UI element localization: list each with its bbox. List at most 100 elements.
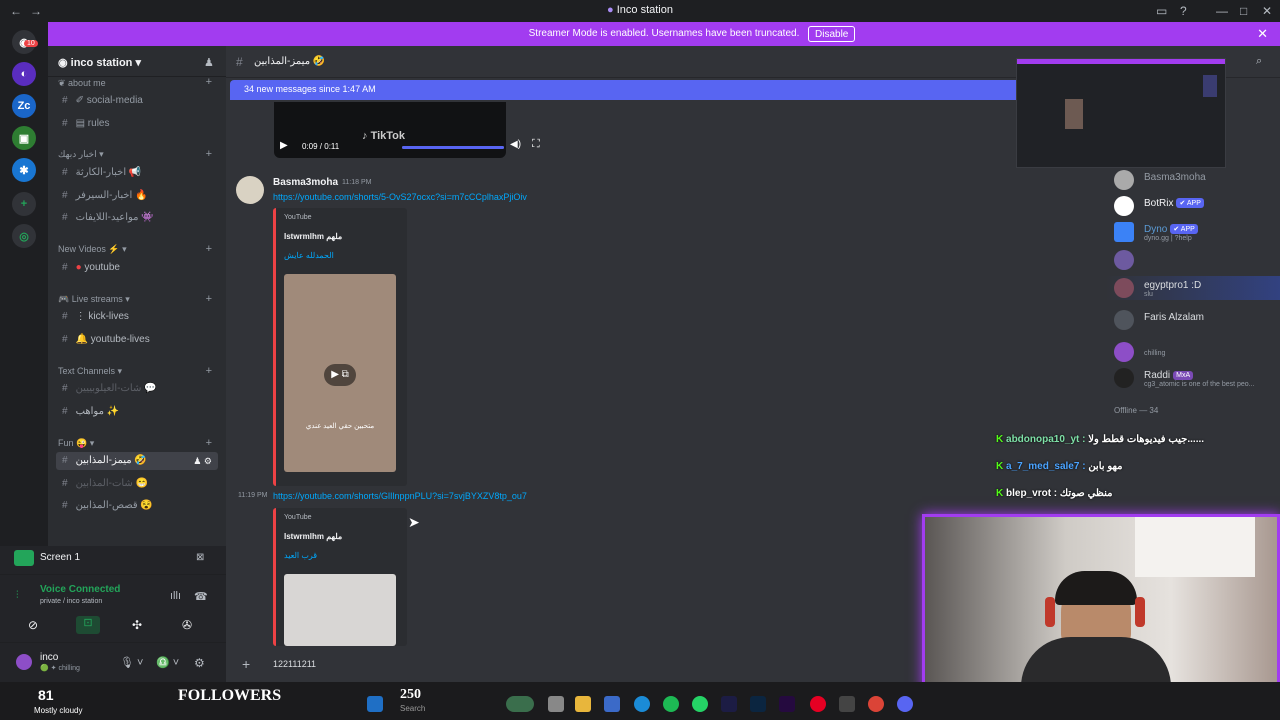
channel-social-media[interactable]: # ✐ social-media (56, 92, 218, 110)
close-window-icon[interactable]: ✕ (1262, 4, 1272, 18)
channel-youtube-lives[interactable]: # 🔔 youtube-lives (56, 331, 218, 349)
message-input[interactable]: 122111211 (273, 659, 316, 669)
member-item[interactable]: Basma3moha (1106, 168, 1280, 192)
member-item[interactable]: BotRix ✔ APP (1106, 194, 1280, 218)
member-item[interactable]: chilling (1106, 340, 1280, 364)
message-link[interactable]: https://youtube.com/shorts/GlIlnppnPLU?s… (273, 491, 527, 501)
member-item[interactable]: Faris Alzalam (1106, 308, 1280, 332)
category-about-me[interactable]: ❦ about me (58, 78, 106, 89)
explore-icon[interactable]: ◎ (12, 224, 36, 248)
widgets-icon[interactable] (506, 696, 534, 712)
username[interactable]: inco (40, 652, 58, 663)
category-new-videos[interactable]: New Videos ⚡ ▾ (58, 244, 127, 255)
maximize-icon[interactable]: □ (1240, 4, 1247, 18)
add-channel-icon[interactable]: + (206, 293, 212, 305)
weather-temperature[interactable]: 81 (38, 687, 54, 703)
disable-button[interactable]: Disable (808, 26, 856, 42)
help-icon[interactable]: ? (1180, 4, 1187, 18)
channel-youtube[interactable]: # ● youtube (56, 259, 218, 277)
server-icon-4[interactable]: ✱ (12, 158, 36, 182)
category-live-streams[interactable]: 🎮 Live streams ▾ (58, 294, 130, 305)
weather-description[interactable]: Mostly cloudy (34, 706, 82, 715)
whatsapp-icon[interactable] (692, 696, 708, 712)
message-link[interactable]: https://youtube.com/shorts/5-OvS27ocxc?s… (273, 192, 527, 202)
channel-news-1[interactable]: # اخبار-الكارثة 📢 (56, 164, 218, 182)
voice-location[interactable]: private / inco station (40, 598, 102, 605)
signal-icon[interactable]: ⫶ (16, 590, 19, 601)
voice-status[interactable]: Voice Connected (40, 584, 120, 595)
server-icon-3[interactable]: ▣ (12, 126, 36, 150)
channel-memes-active[interactable]: # ميمز-المذابين 🤣 ♟ ⚙ (56, 452, 218, 470)
add-channel-icon[interactable]: + (206, 76, 212, 88)
pinterest-icon[interactable] (810, 696, 826, 712)
after-effects-icon[interactable] (779, 696, 795, 712)
category-fun[interactable]: Fun 😜 ▾ (58, 438, 94, 449)
member-item[interactable]: Raddi MxA cg3_atomic is one of the best p… (1106, 366, 1280, 390)
embed-provider[interactable]: YouTube (284, 514, 312, 521)
microphone-icon[interactable]: 🎙︎ ˅ (120, 656, 143, 669)
channel-kick-lives[interactable]: # ⋮ kick-lives (56, 308, 218, 326)
new-messages-bar[interactable]: 34 new messages since 1:47 AM (230, 80, 1020, 100)
stop-stream-icon[interactable]: ⊠ (196, 552, 204, 563)
noise-suppression-icon[interactable]: ıllı (170, 590, 181, 602)
add-member-icon[interactable]: ♟ (204, 56, 214, 69)
inbox-icon[interactable]: ▭ (1156, 4, 1167, 18)
settings-gear-icon[interactable]: ⚙ (194, 656, 205, 670)
seek-bar[interactable] (402, 146, 504, 149)
category-news[interactable]: اخبار دبهك ▾ (58, 149, 104, 160)
camera-off-icon[interactable]: ⊘ (28, 618, 38, 632)
headphones-icon[interactable]: ♎ ˅ (156, 656, 179, 669)
app-icon[interactable] (839, 696, 855, 712)
photoshop-icon[interactable] (750, 696, 766, 712)
search-icon[interactable]: ⌕ (1256, 55, 1262, 68)
video-thumbnail[interactable] (284, 574, 396, 646)
disconnect-icon[interactable]: ☎ (194, 590, 208, 603)
add-channel-icon[interactable]: + (206, 148, 212, 160)
edge-icon[interactable] (634, 696, 650, 712)
chrome-icon[interactable] (868, 696, 884, 712)
embed-title[interactable]: الحمدلله عايش (284, 251, 334, 260)
avatar[interactable] (14, 652, 34, 672)
start-icon[interactable] (367, 696, 383, 712)
embed-title[interactable]: قرب العيد (284, 551, 317, 560)
server-icon-zc[interactable]: Zc (12, 94, 36, 118)
minimize-icon[interactable]: — (1216, 4, 1228, 18)
play-icon[interactable]: ▶ (280, 140, 288, 151)
soundboard-icon[interactable]: ✇ (182, 618, 192, 632)
server-icon-inco[interactable]: ◐ (12, 62, 36, 86)
embed-author[interactable]: Istwrmlhm ملهم (284, 532, 342, 541)
member-item[interactable] (1106, 248, 1280, 272)
channel-chat-2[interactable]: # شات-المذابين 😁 (56, 475, 218, 493)
channel-stories[interactable]: # قصص-المذابين 😵 (56, 497, 218, 515)
volume-icon[interactable]: ◀) (510, 139, 521, 150)
channel-news-2[interactable]: # اخبار-السيرفر 🔥 (56, 187, 218, 205)
store-icon[interactable] (604, 696, 620, 712)
channel-live-times[interactable]: # مواعيد-اللايفات 👾 (56, 209, 218, 227)
premiere-icon[interactable] (721, 696, 737, 712)
add-channel-icon[interactable]: + (206, 243, 212, 255)
channel-talents[interactable]: # مواهب ✨ (56, 403, 218, 421)
embed-provider[interactable]: YouTube (284, 214, 312, 221)
embed-author[interactable]: Istwrmlhm ملهم (284, 232, 342, 241)
fullscreen-icon[interactable]: ⛶ (532, 138, 540, 151)
category-text-channels[interactable]: Text Channels ▾ (58, 366, 122, 377)
member-item[interactable]: Dyno ✔ APP dyno.gg | ?help (1106, 220, 1280, 244)
close-banner-icon[interactable]: ✕ (1257, 26, 1268, 42)
spotify-icon[interactable] (663, 696, 679, 712)
channel-chat-1[interactable]: # شات-العيلوبييين 💬 (56, 380, 218, 398)
screenshare-icon[interactable]: ⊡ (76, 616, 100, 634)
member-item[interactable]: egyptpro1 :D slu (1106, 276, 1280, 300)
channel-rules[interactable]: # ▤ rules (56, 115, 218, 133)
add-channel-icon[interactable]: + (206, 437, 212, 449)
add-server-icon[interactable]: + (12, 192, 36, 216)
video-thumbnail[interactable]: ▶ ⧉ متحبين حقي العيد عندي (284, 274, 396, 472)
attach-plus-icon[interactable]: + (242, 656, 250, 672)
server-name[interactable]: ◉ inco station ▾ (58, 56, 141, 69)
play-icon[interactable]: ▶ ⧉ (324, 364, 356, 386)
add-channel-icon[interactable]: + (206, 365, 212, 377)
tiktok-video[interactable]: ♪ TikTok ▶ 0:09 / 0:11 ◀) ⛶ (274, 102, 540, 158)
message-author[interactable]: Basma3moha (273, 177, 338, 188)
search-box[interactable]: Search (400, 704, 425, 713)
task-view-icon[interactable] (548, 696, 564, 712)
file-explorer-icon[interactable] (575, 696, 591, 712)
